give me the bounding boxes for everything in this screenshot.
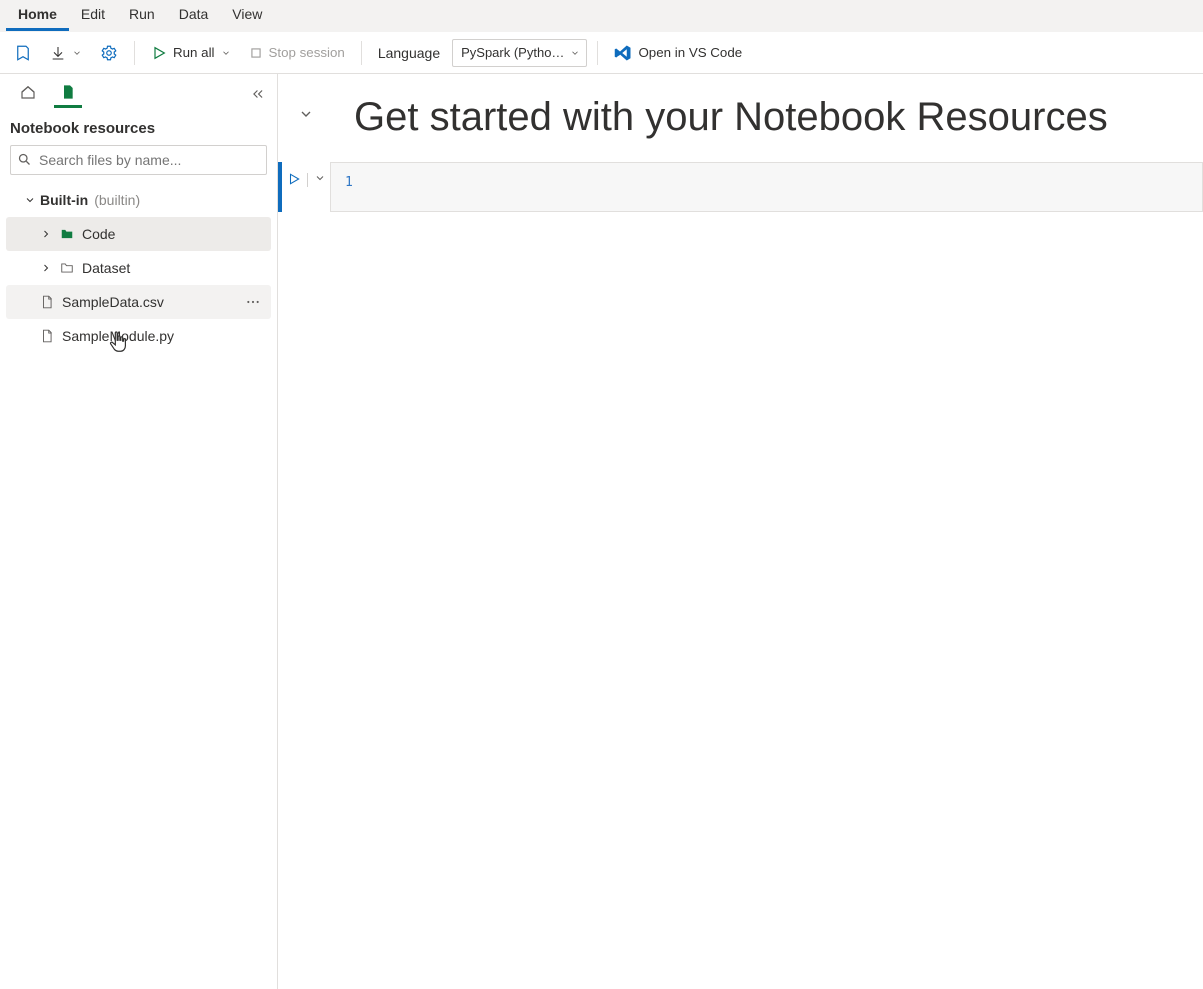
chevron-down-icon bbox=[72, 48, 82, 58]
lakehouse-tab[interactable] bbox=[14, 80, 42, 108]
search-icon bbox=[17, 152, 32, 167]
tree-label: Built-in bbox=[40, 192, 88, 208]
language-label: Language bbox=[372, 45, 446, 61]
more-icon bbox=[245, 294, 261, 310]
tree-file-samplemodule-py[interactable]: SampleModule.py bbox=[6, 319, 271, 353]
resources-tab[interactable] bbox=[54, 80, 82, 108]
markdown-cell[interactable]: Get started with your Notebook Resources bbox=[278, 74, 1203, 162]
folder-outline-icon bbox=[56, 261, 78, 275]
search-input[interactable] bbox=[10, 145, 267, 175]
chevron-down-icon bbox=[298, 106, 314, 122]
play-icon bbox=[151, 45, 167, 61]
chevron-down-icon bbox=[20, 194, 40, 206]
save-icon bbox=[14, 44, 32, 62]
language-select-value: PySpark (Pytho… bbox=[461, 45, 564, 60]
tree-label: SampleModule.py bbox=[62, 328, 174, 344]
toolbar-divider bbox=[597, 41, 598, 65]
notebook-heading: Get started with your Notebook Resources bbox=[326, 92, 1108, 142]
lakehouse-icon bbox=[19, 83, 37, 101]
side-panel-title: Notebook resources bbox=[0, 114, 277, 145]
tree-hint: (builtin) bbox=[94, 192, 140, 208]
tree-label: SampleData.csv bbox=[62, 294, 164, 310]
menu-item-view[interactable]: View bbox=[220, 0, 274, 31]
settings-button[interactable] bbox=[94, 38, 124, 68]
download-button[interactable] bbox=[44, 38, 88, 68]
cell-menu-button[interactable] bbox=[314, 172, 326, 184]
menu-item-run[interactable]: Run bbox=[117, 0, 167, 31]
search-wrapper bbox=[10, 145, 267, 175]
code-editor[interactable]: 1 bbox=[330, 162, 1203, 212]
collapse-panel-button[interactable] bbox=[249, 79, 267, 109]
tree-folder-code[interactable]: Code bbox=[6, 217, 271, 251]
chevron-right-icon bbox=[36, 228, 56, 240]
double-chevron-left-icon bbox=[251, 87, 265, 101]
menu-item-data[interactable]: Data bbox=[167, 0, 221, 31]
stop-session-label: Stop session bbox=[269, 45, 345, 60]
chevron-right-icon bbox=[36, 262, 56, 274]
menu-item-edit[interactable]: Edit bbox=[69, 0, 117, 31]
tree-folder-dataset[interactable]: Dataset bbox=[6, 251, 271, 285]
menu-item-home[interactable]: Home bbox=[6, 0, 69, 31]
tree-file-sampledata-csv[interactable]: SampleData.csv bbox=[6, 285, 271, 319]
open-vscode-button[interactable]: Open in VS Code bbox=[608, 38, 748, 68]
main-area: Get started with your Notebook Resources… bbox=[278, 74, 1203, 989]
vscode-icon bbox=[614, 44, 632, 62]
tree-label: Dataset bbox=[82, 260, 130, 276]
run-all-button[interactable]: Run all bbox=[145, 38, 237, 68]
toolbar-divider bbox=[134, 41, 135, 65]
menu-bar: Home Edit Run Data View bbox=[0, 0, 1203, 32]
more-button[interactable] bbox=[243, 292, 263, 312]
run-cell-button[interactable] bbox=[287, 172, 301, 186]
side-tab-row bbox=[0, 74, 277, 114]
folder-icon bbox=[56, 227, 78, 241]
chevron-down-icon bbox=[570, 48, 580, 58]
chevron-down-icon bbox=[221, 48, 231, 58]
gear-icon bbox=[100, 44, 118, 62]
open-vscode-label: Open in VS Code bbox=[638, 45, 742, 60]
file-icon bbox=[36, 294, 58, 310]
stop-icon bbox=[249, 46, 263, 60]
tree-folder-builtin[interactable]: Built-in (builtin) bbox=[6, 183, 271, 217]
language-select[interactable]: PySpark (Pytho… bbox=[452, 39, 587, 67]
download-icon bbox=[50, 45, 66, 61]
file-icon bbox=[60, 83, 76, 101]
code-cell[interactable]: 1 bbox=[278, 162, 1203, 212]
side-panel: Notebook resources Built-in (builtin) bbox=[0, 74, 278, 989]
divider bbox=[307, 173, 308, 187]
save-button[interactable] bbox=[8, 38, 38, 68]
toolbar-divider bbox=[361, 41, 362, 65]
play-icon bbox=[287, 172, 301, 186]
tree-label: Code bbox=[82, 226, 115, 242]
chevron-down-icon bbox=[314, 172, 326, 184]
run-all-label: Run all bbox=[173, 45, 215, 60]
stop-session-button[interactable]: Stop session bbox=[243, 38, 351, 68]
resource-tree: Built-in (builtin) Code bbox=[0, 183, 277, 353]
toolbar: Run all Stop session Language PySpark (P… bbox=[0, 32, 1203, 74]
line-number: 1 bbox=[345, 175, 353, 190]
file-icon bbox=[36, 328, 58, 344]
cell-fold-button[interactable] bbox=[286, 92, 326, 122]
